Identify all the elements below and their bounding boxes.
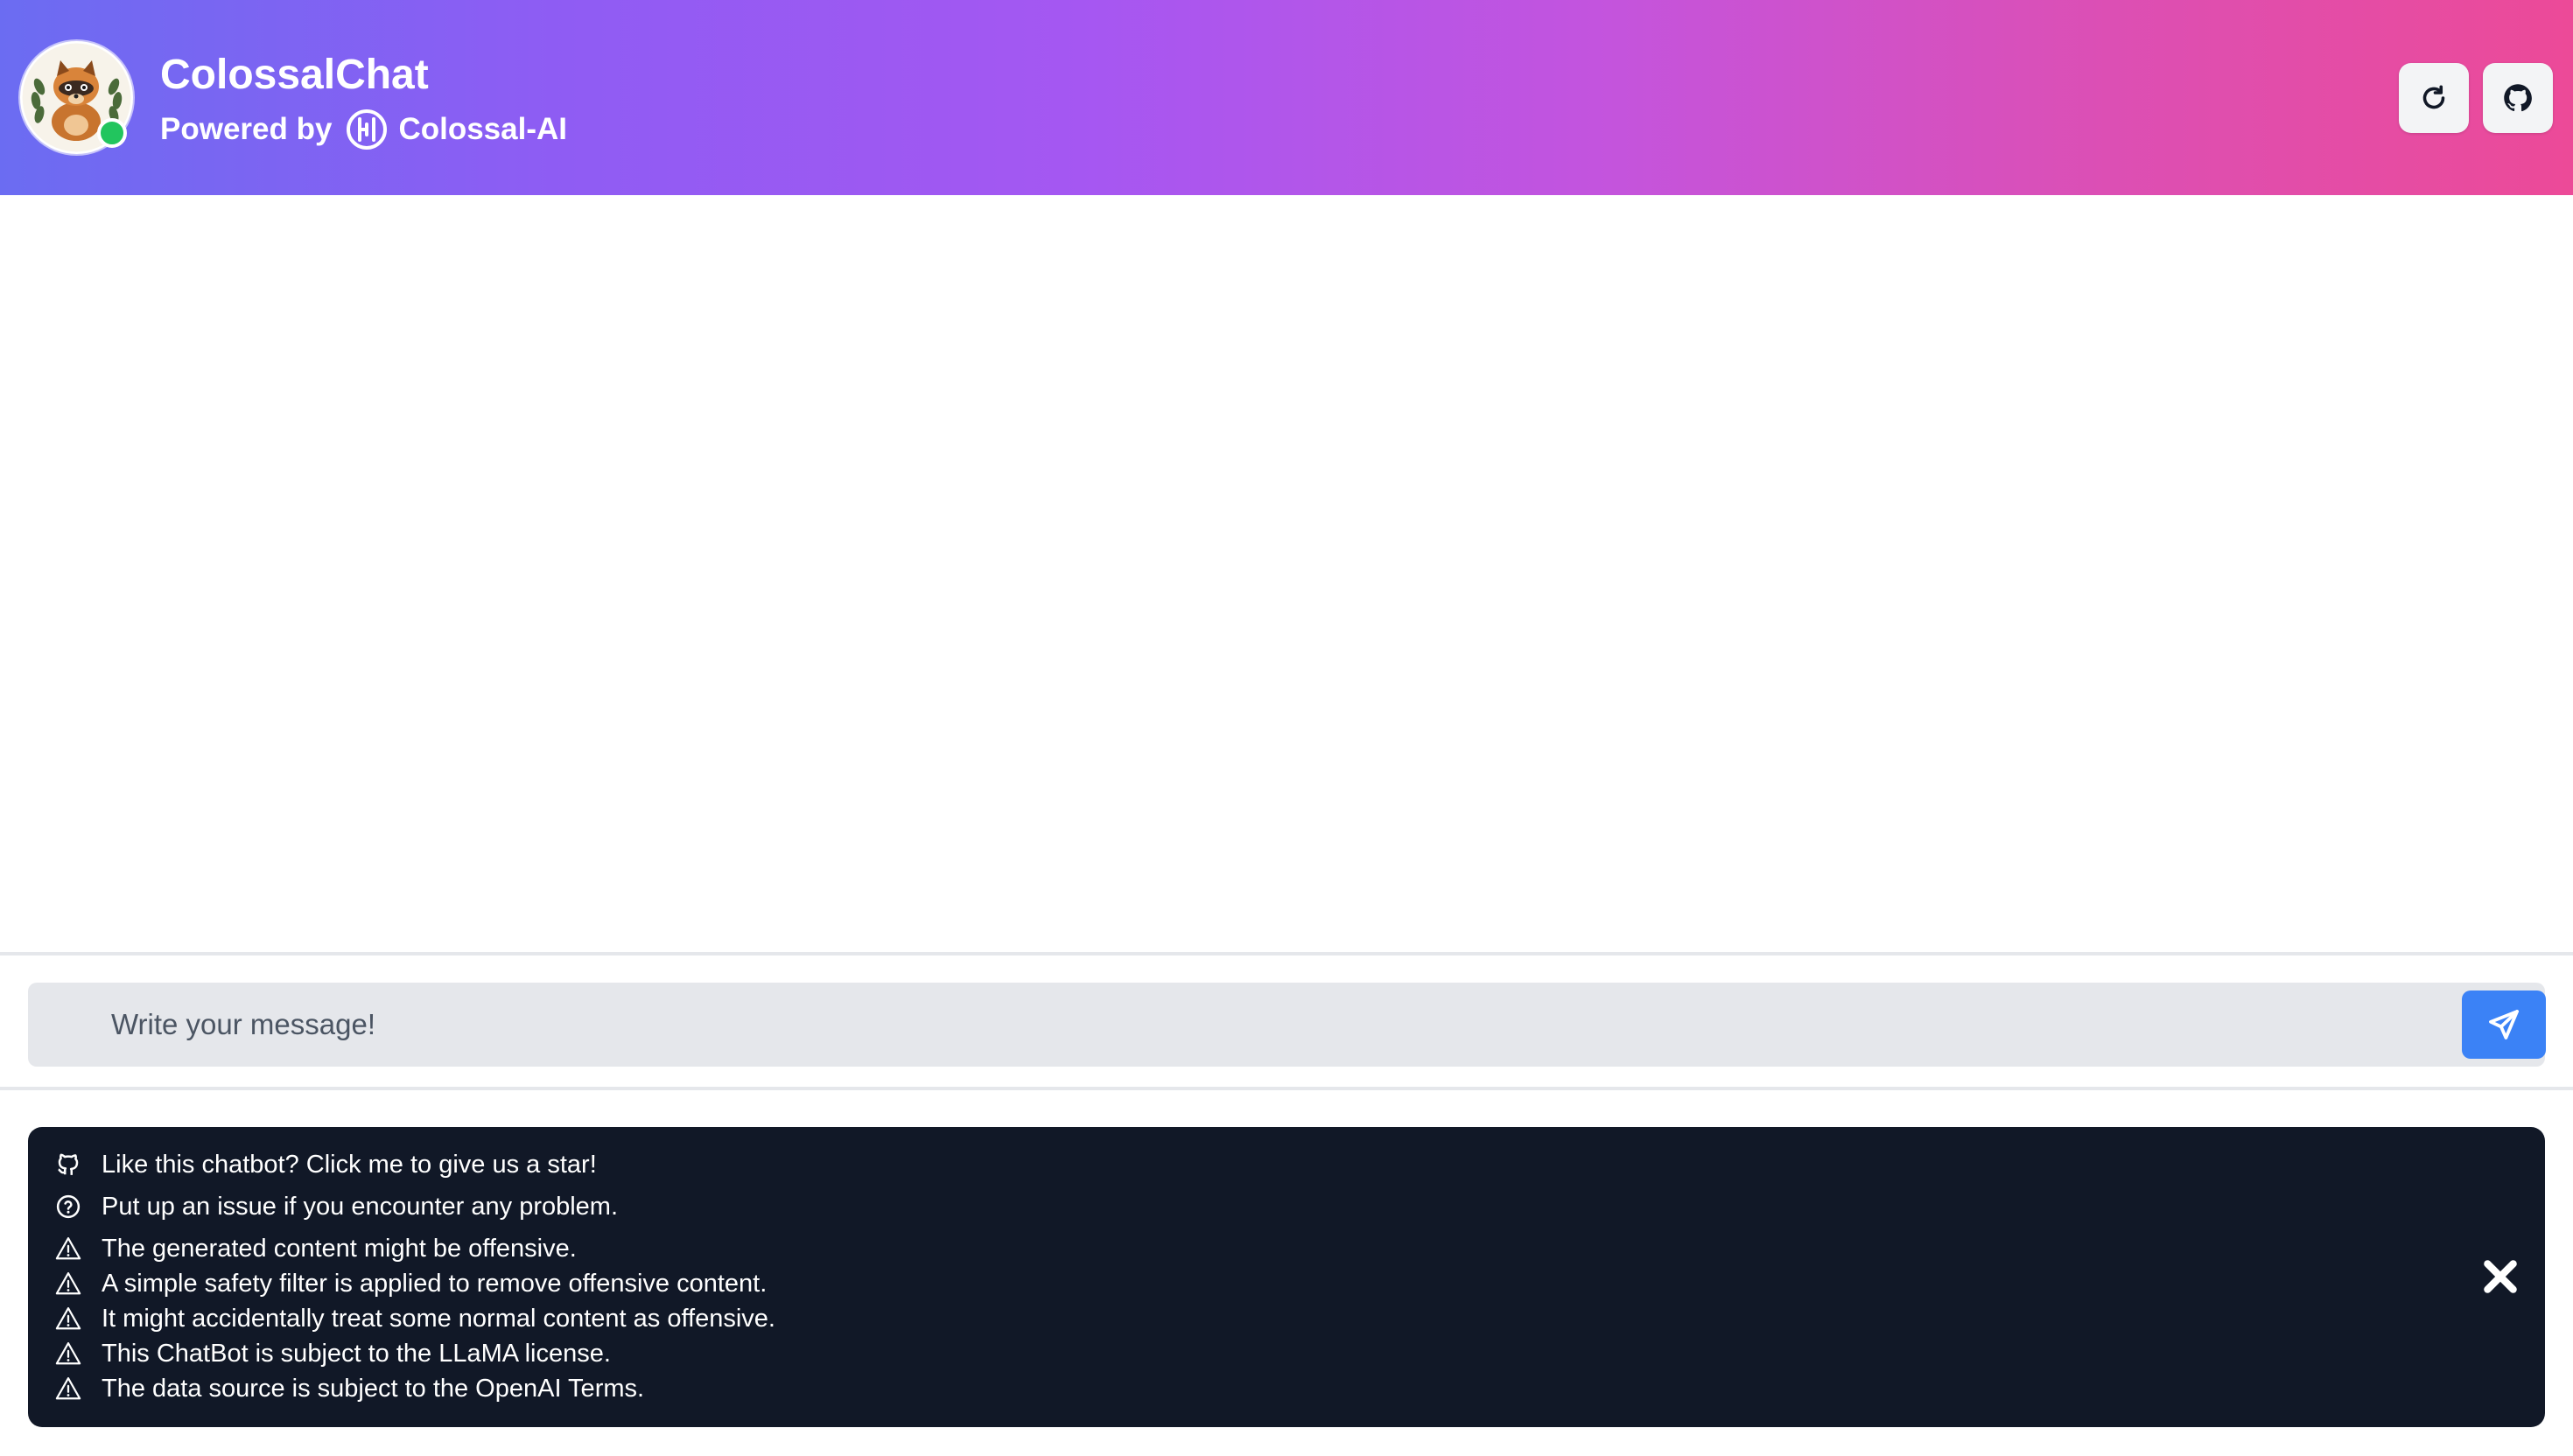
divider	[0, 1087, 2573, 1090]
divider	[0, 952, 2573, 956]
colossal-ai-logo-icon	[347, 109, 388, 150]
send-icon	[2489, 1010, 2519, 1040]
notice-text: The generated content might be offensive…	[102, 1234, 577, 1263]
notice-text: It might accidentally treat some normal …	[102, 1304, 775, 1333]
warning-icon	[54, 1305, 82, 1333]
disclaimer-panel: Like this chatbot? Click me to give us a…	[28, 1127, 2545, 1427]
app-title: ColossalChat	[160, 52, 429, 98]
notice-warning-row: The data source is subject to the OpenAI…	[54, 1371, 644, 1406]
github-icon	[54, 1151, 82, 1179]
refresh-icon	[2422, 85, 2445, 109]
notice-warning-row: This ChatBot is subject to the LLaMA lic…	[54, 1336, 611, 1371]
message-composer	[28, 983, 2546, 1067]
question-icon	[54, 1193, 82, 1221]
app-header: ColossalChat Powered by Colossal-AI	[0, 0, 2573, 195]
warning-icon	[54, 1340, 82, 1368]
chat-messages-area	[0, 195, 2573, 952]
notice-text: This ChatBot is subject to the LLaMA lic…	[102, 1339, 611, 1368]
close-icon	[2484, 1260, 2517, 1293]
notice-warning-row: A simple safety filter is applied to rem…	[54, 1266, 767, 1301]
notice-text: The data source is subject to the OpenAI…	[102, 1374, 645, 1403]
report-issue-link[interactable]: Put up an issue if you encounter any pro…	[54, 1189, 618, 1224]
notice-text: A simple safety filter is applied to rem…	[102, 1269, 768, 1298]
online-status-indicator	[97, 118, 127, 148]
notice-warning-row: It might accidentally treat some normal …	[54, 1301, 775, 1336]
warning-icon	[54, 1375, 82, 1403]
notice-warning-row: The generated content might be offensive…	[54, 1231, 577, 1266]
notice-text: Like this chatbot? Click me to give us a…	[102, 1150, 597, 1179]
github-icon	[2504, 84, 2532, 112]
message-input[interactable]	[28, 983, 2461, 1067]
powered-by-line: Powered by Colossal-AI	[160, 107, 567, 152]
refresh-button[interactable]	[2399, 63, 2469, 133]
brand-name: Colossal-AI	[398, 112, 567, 146]
close-notice-button[interactable]	[2478, 1255, 2522, 1298]
github-button[interactable]	[2483, 63, 2553, 133]
warning-icon	[54, 1270, 82, 1298]
notice-text: Put up an issue if you encounter any pro…	[102, 1192, 619, 1221]
powered-by-label: Powered by	[160, 112, 333, 146]
star-repo-link[interactable]: Like this chatbot? Click me to give us a…	[54, 1147, 597, 1182]
warning-icon	[54, 1235, 82, 1263]
send-button[interactable]	[2462, 990, 2546, 1059]
